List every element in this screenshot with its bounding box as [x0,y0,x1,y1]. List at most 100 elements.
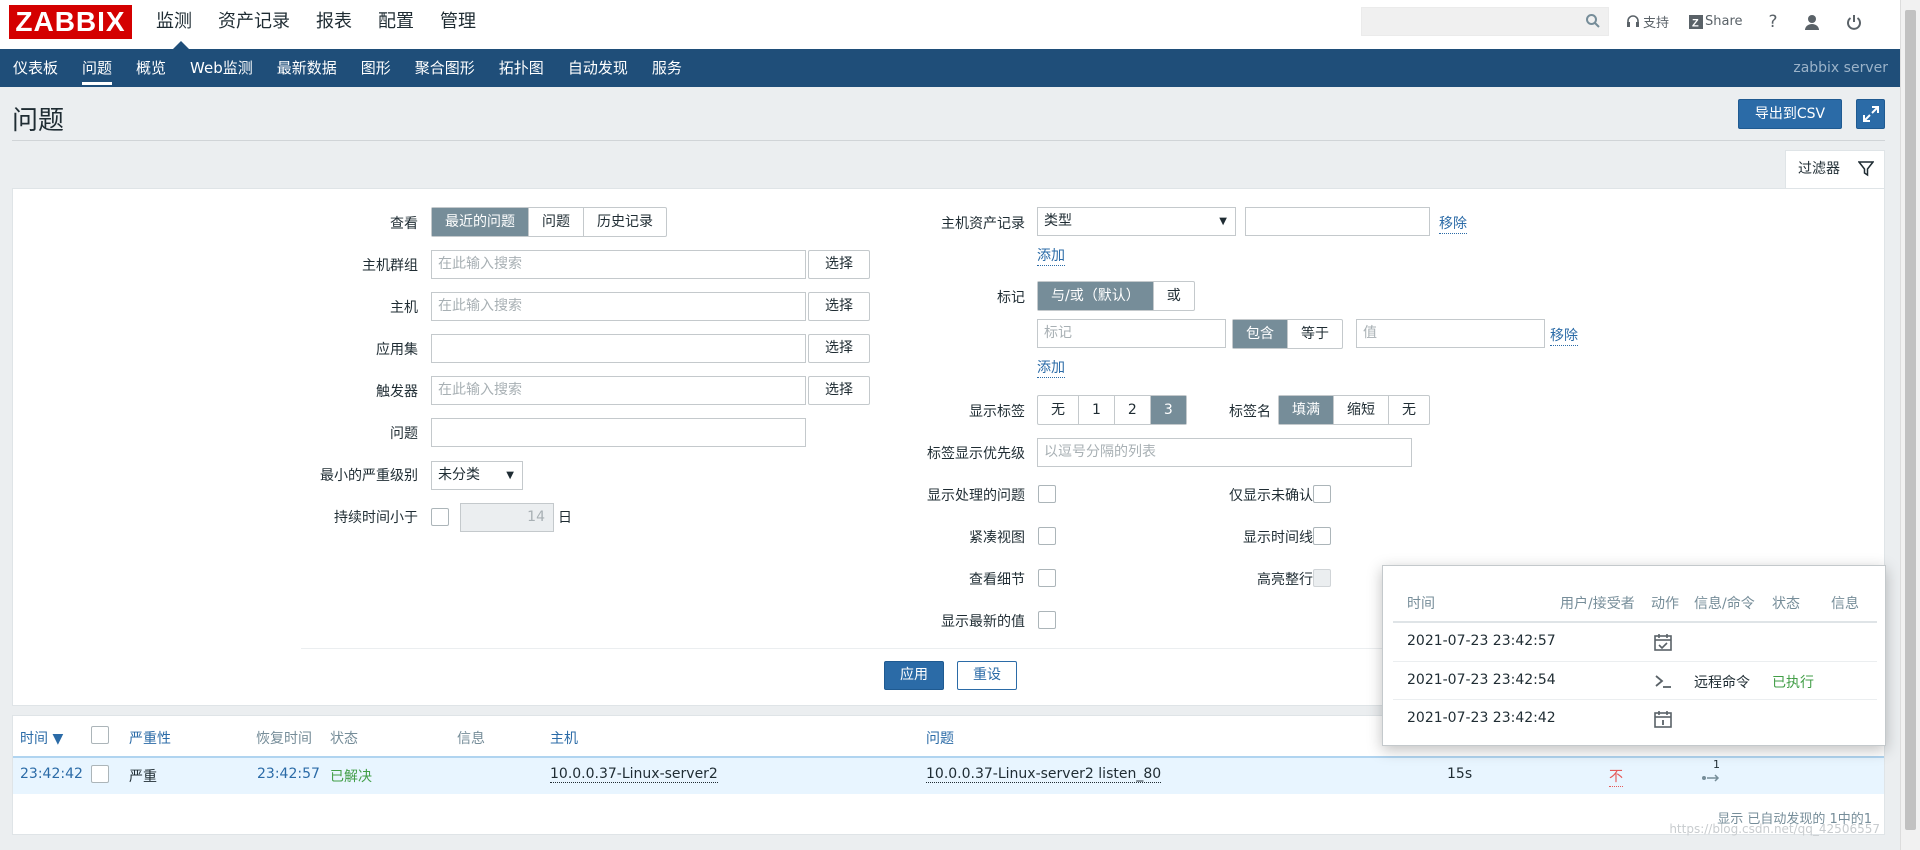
show-tags-segmented: 无 1 2 3 [1037,395,1187,425]
tag-value-input[interactable]: 值 [1356,319,1545,348]
page-scrollbar[interactable] [1900,0,1920,850]
details-checkbox[interactable] [1038,569,1056,587]
tag-name-short[interactable]: 缩短 [1334,396,1389,424]
filter-tab[interactable]: 过滤器 [1785,150,1885,188]
tag-name-none[interactable]: 无 [1389,396,1429,424]
support-link[interactable]: 支持 [1626,12,1669,31]
tag-name-full[interactable]: 填满 [1279,396,1334,424]
show-segmented: 最近的问题 问题 历史记录 [431,207,667,237]
popup-row-command: 远程命令 [1694,675,1750,691]
hosts-input[interactable]: 在此输入搜索 [431,292,806,321]
application-select-button[interactable]: 选择 [808,334,870,363]
tags-operator-or[interactable]: 或 [1154,282,1194,310]
global-search-input[interactable] [1361,7,1609,36]
page-title: 问题 [12,106,65,136]
popup-row: 2021-07-23 23:42:54 远程命令 已执行 [1393,661,1877,699]
tag-priority-input[interactable]: 以逗号分隔的列表 [1037,438,1412,467]
host-groups-input[interactable]: 在此输入搜索 [431,250,806,279]
row-host-link[interactable]: 10.0.0.37-Linux-server2 [550,766,718,783]
zabbix-logo[interactable]: ZABBIX [9,5,132,39]
col-info: 信息 [457,731,485,747]
reset-button[interactable]: 重设 [957,661,1017,690]
latest-values-checkbox[interactable] [1038,611,1056,629]
show-tags-none[interactable]: 无 [1038,396,1079,424]
popup-col-info: 信息 [1831,596,1859,612]
row-checkbox[interactable] [91,765,109,783]
headset-icon [1627,14,1639,27]
nav-monitoring[interactable]: 监测 [156,0,192,49]
application-input[interactable] [431,334,806,363]
col-severity[interactable]: 严重性 [129,728,171,748]
row-problem-link[interactable]: 10.0.0.37-Linux-server2 listen_80 [926,766,1162,783]
export-csv-button[interactable]: 导出到CSV [1738,99,1842,129]
min-severity-select[interactable]: 未分类 ▼ [431,461,523,490]
inventory-type-select[interactable]: 类型 ▼ [1037,207,1236,236]
popup-col-message: 信息/命令 [1694,596,1755,612]
unack-only-checkbox[interactable] [1313,485,1331,503]
host-groups-select-button[interactable]: 选择 [808,250,870,279]
min-severity-label: 最小的严重级别 [320,468,418,484]
fullscreen-button[interactable] [1856,99,1885,129]
subnav-maps[interactable]: 拓扑图 [499,49,544,87]
show-tags-1[interactable]: 1 [1079,396,1115,424]
col-problem[interactable]: 问题 [926,728,954,748]
svg-text:Z: Z [1692,17,1699,29]
inventory-add-link[interactable]: 添加 [1037,245,1065,266]
apply-button[interactable]: 应用 [884,661,944,690]
nav-configuration[interactable]: 配置 [378,0,414,49]
select-all-checkbox[interactable] [91,726,109,744]
show-suppressed-checkbox[interactable] [1038,485,1056,503]
show-recent-problems[interactable]: 最近的问题 [432,208,529,236]
tag-op-contains[interactable]: 包含 [1233,320,1288,348]
popup-row-time: 2021-07-23 23:42:54 [1407,672,1556,688]
subnav-graphs[interactable]: 图形 [361,49,391,87]
row-actions[interactable]: 1 [1701,758,1723,786]
subnav-overview[interactable]: 概览 [136,49,166,87]
nav-administration[interactable]: 管理 [440,0,476,49]
show-tags-label: 显示标签 [969,404,1025,420]
nav-reports[interactable]: 报表 [316,0,352,49]
dropdown-arrow-icon: ▼ [506,470,514,481]
subnav-web[interactable]: Web监测 [190,49,253,87]
row-recovery-link[interactable]: 23:42:57 [257,766,320,782]
scrollbar-thumb[interactable] [1905,10,1916,830]
age-checkbox[interactable] [431,508,449,526]
compact-checkbox[interactable] [1038,527,1056,545]
inventory-remove-link[interactable]: 移除 [1439,213,1467,234]
sign-out-icon[interactable] [1846,14,1862,30]
show-tags-2[interactable]: 2 [1115,396,1151,424]
row-time-link[interactable]: 23:42:42 [20,766,83,782]
col-status: 状态 [330,731,358,747]
col-time[interactable]: 时间 ▼ [20,728,63,748]
problem-input[interactable] [431,418,806,447]
triggers-input[interactable]: 在此输入搜索 [431,376,806,405]
tag-remove-link[interactable]: 移除 [1550,325,1578,346]
subnav-discovery[interactable]: 自动发现 [568,49,628,87]
highlight-checkbox[interactable] [1313,569,1331,587]
timeline-checkbox[interactable] [1313,527,1331,545]
tags-operator-segmented: 与/或（默认） 或 [1037,281,1195,311]
tag-name-input[interactable]: 标记 [1037,319,1226,348]
subnav-problems[interactable]: 问题 [82,49,113,87]
dropdown-arrow-icon: ▼ [1219,216,1227,227]
age-input[interactable]: 14 [460,503,554,532]
inventory-label: 主机资产记录 [941,216,1025,232]
subnav-dashboard[interactable]: 仪表板 [13,49,58,87]
show-history[interactable]: 历史记录 [584,208,666,236]
subnav-services[interactable]: 服务 [652,49,682,87]
show-problems[interactable]: 问题 [529,208,584,236]
row-ack-link[interactable]: 不 [1609,766,1623,787]
search-icon[interactable] [1585,13,1601,29]
nav-inventory[interactable]: 资产记录 [218,0,290,49]
tag-op-equals[interactable]: 等于 [1288,320,1342,348]
share-link[interactable]: Z Share [1689,14,1743,29]
inventory-value-input[interactable] [1245,207,1430,236]
tags-operator-and-or[interactable]: 与/或（默认） [1038,282,1154,310]
subnav-latest-data[interactable]: 最新数据 [277,49,337,87]
show-tags-3[interactable]: 3 [1150,396,1186,424]
col-host[interactable]: 主机 [550,728,578,748]
subnav-screens[interactable]: 聚合图形 [415,49,475,87]
tag-add-link[interactable]: 添加 [1037,357,1065,378]
user-profile-icon[interactable] [1804,14,1820,30]
help-icon[interactable]: ? [1769,12,1778,32]
